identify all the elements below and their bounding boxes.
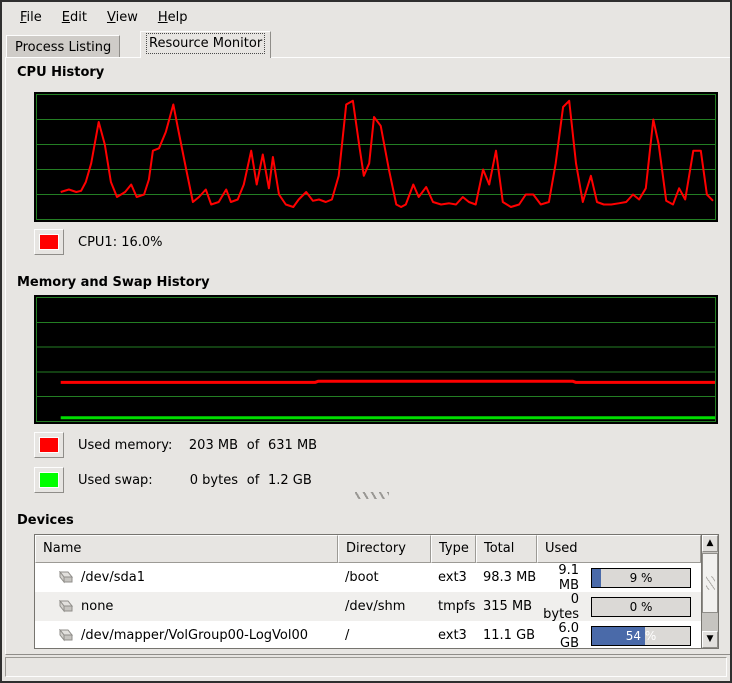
device-total: 315 MB [476,599,537,614]
tab-strip: Process Listing Resource Monitor [4,31,728,58]
column-header-used[interactable]: Used [537,535,701,563]
device-name: none [35,599,338,614]
column-header-type[interactable]: Type [431,535,476,563]
cpu-history-title: CPU History [17,65,104,80]
tab-process-listing[interactable]: Process Listing [6,35,120,58]
device-used-cell: 0 bytes 0 % [537,592,701,622]
swap-color-swatch [39,472,59,488]
legend-total: 631 MB [268,438,317,453]
scrollbar-grip-icon [706,576,715,590]
menu-help[interactable]: Help [148,7,198,28]
devices-table-header: NameDirectoryTypeTotalUsed [35,535,701,563]
device-name-text: /dev/mapper/VolGroup00-LogVol00 [81,628,308,643]
device-row[interactable]: /dev/sda1/bootext398.3 MB 9.1 MB 9 % [35,563,701,592]
device-row[interactable]: none/dev/shmtmpfs315 MB 0 bytes 0 % [35,592,701,621]
memory-swap-history-chart [34,295,718,424]
device-name: /dev/sda1 [35,570,338,585]
device-total: 11.1 GB [476,628,537,643]
disk-icon [57,571,74,584]
device-total: 98.3 MB [476,570,537,585]
menu-edit[interactable]: Edit [52,7,97,28]
usage-percent-label: 0 % [592,600,690,614]
column-header-name[interactable]: Name [35,535,338,563]
usage-progressbar: 54 % [591,626,691,646]
device-directory: /boot [338,570,431,585]
system-monitor-window: FileEditViewHelp Process Listing Resource… [0,0,732,683]
legend-of: of [238,438,268,453]
legend-text: Used swap:0 bytesof1.2 GB [78,473,312,488]
cpu1-legend-label: CPU1: 16.0% [78,235,163,250]
device-used-value: 0 bytes [541,592,579,622]
swap-color-button[interactable] [34,467,64,493]
disk-icon [57,600,74,613]
memory-color-button[interactable] [34,432,64,458]
legend-value: 203 MB [181,438,238,453]
cpu1-color-button[interactable] [34,229,64,255]
used-swap-legend: Used swap:0 bytesof1.2 GB [34,467,312,493]
cpu-history-chart [34,92,718,222]
device-used-cell: 6.0 GB 54 % [537,621,701,649]
menu-file[interactable]: File [10,7,52,28]
pane-resize-grip[interactable] [355,492,389,499]
device-name: /dev/mapper/VolGroup00-LogVol00 [35,628,338,643]
tab-label: Resource Monitor [149,36,262,51]
tab-label: Process Listing [15,40,111,55]
used-memory-legend: Used memory:203 MBof631 MB [34,432,317,458]
device-name-text: none [81,599,113,614]
resource-monitor-page: CPU History CPU1: 16.0% Memory and Swap … [5,57,731,655]
device-type: tmpfs [431,599,476,614]
scrollbar-thumb[interactable] [702,553,718,613]
scroll-down-button[interactable]: ▼ [702,631,718,648]
memory-history-title: Memory and Swap History [17,275,210,290]
disk-icon [57,629,74,642]
legend-value: 0 bytes [181,473,238,488]
memory-color-swatch [39,437,59,453]
column-header-directory[interactable]: Directory [338,535,431,563]
menu-view[interactable]: View [97,7,148,28]
usage-percent-label: 9 % [592,571,690,585]
device-directory: /dev/shm [338,599,431,614]
column-header-total[interactable]: Total [476,535,537,563]
legend-label: Used swap: [78,473,181,488]
legend-total: 1.2 GB [268,473,312,488]
tab-resource-monitor[interactable]: Resource Monitor [140,31,271,58]
cpu1-color-swatch [39,234,59,250]
devices-title: Devices [17,513,74,528]
status-bar [5,657,727,677]
legend-of: of [238,473,268,488]
usage-progressbar: 9 % [591,568,691,588]
devices-scrollbar[interactable]: ▲ ▼ [701,535,718,648]
device-type: ext3 [431,570,476,585]
cpu-legend: CPU1: 16.0% [34,229,163,255]
device-name-text: /dev/sda1 [81,570,145,585]
legend-text: Used memory:203 MBof631 MB [78,438,317,453]
usage-progressbar: 0 % [591,597,691,617]
device-type: ext3 [431,628,476,643]
devices-table: NameDirectoryTypeTotalUsed /dev/sda1/boo… [34,534,719,649]
device-used-cell: 9.1 MB 9 % [537,563,701,593]
device-row[interactable]: /dev/mapper/VolGroup00-LogVol00 /ext311.1… [35,621,701,648]
usage-percent-label: 54 % [592,629,690,643]
device-used-value: 9.1 MB [541,563,579,593]
scroll-up-button[interactable]: ▲ [702,535,718,552]
device-directory: / [338,628,431,643]
menubar: FileEditViewHelp [4,4,728,30]
legend-label: Used memory: [78,438,181,453]
device-used-value: 6.0 GB [541,621,579,649]
devices-table-body: /dev/sda1/bootext398.3 MB9.1 MB9 %none/d… [35,563,701,648]
